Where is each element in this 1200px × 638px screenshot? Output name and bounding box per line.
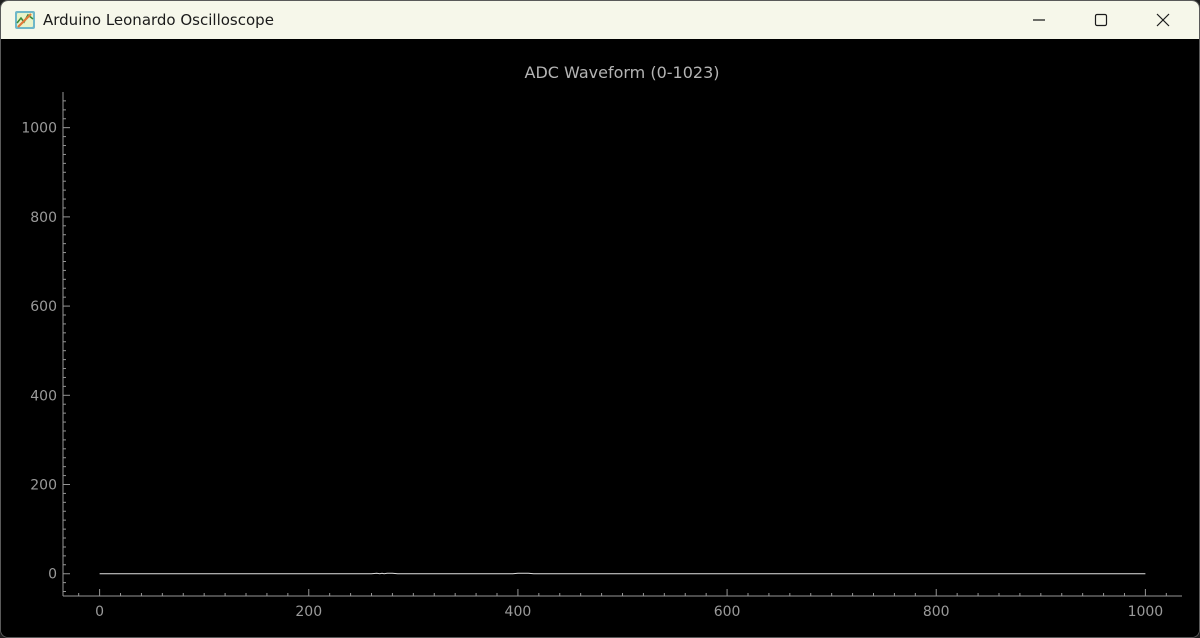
waveform-chart[interactable]: 0 200 400 600 800 1000 0 200 400 600 800 1000 <box>1 39 1199 637</box>
y-tick-label: 0 <box>48 567 57 583</box>
waveform-app-icon <box>15 11 35 29</box>
x-tick-label: 800 <box>923 604 950 620</box>
x-tick-label: 0 <box>95 604 104 620</box>
y-tick-label: 1000 <box>21 121 57 137</box>
minimize-icon <box>1033 19 1045 21</box>
y-tick-label: 600 <box>30 299 57 315</box>
y-tick-label: 800 <box>30 210 57 226</box>
minimize-button[interactable] <box>1009 1 1069 39</box>
x-tick-label: 1000 <box>1128 604 1164 620</box>
y-tick-label: 400 <box>30 388 57 404</box>
close-button[interactable] <box>1133 1 1193 39</box>
y-tick-label: 200 <box>30 477 57 493</box>
close-icon <box>1156 13 1170 27</box>
oscilloscope-window: Arduino Leonardo Oscilloscope ADC Wavefo… <box>0 0 1200 638</box>
maximize-icon <box>1094 13 1108 27</box>
x-tick-label: 400 <box>505 604 532 620</box>
title-bar[interactable]: Arduino Leonardo Oscilloscope <box>1 1 1199 39</box>
x-tick-label: 200 <box>295 604 322 620</box>
x-tick-label: 600 <box>714 604 741 620</box>
window-title: Arduino Leonardo Oscilloscope <box>43 11 274 29</box>
plot-area[interactable]: ADC Waveform (0-1023) 0 200 400 600 800 1000 0… <box>1 39 1199 637</box>
maximize-button[interactable] <box>1071 1 1131 39</box>
